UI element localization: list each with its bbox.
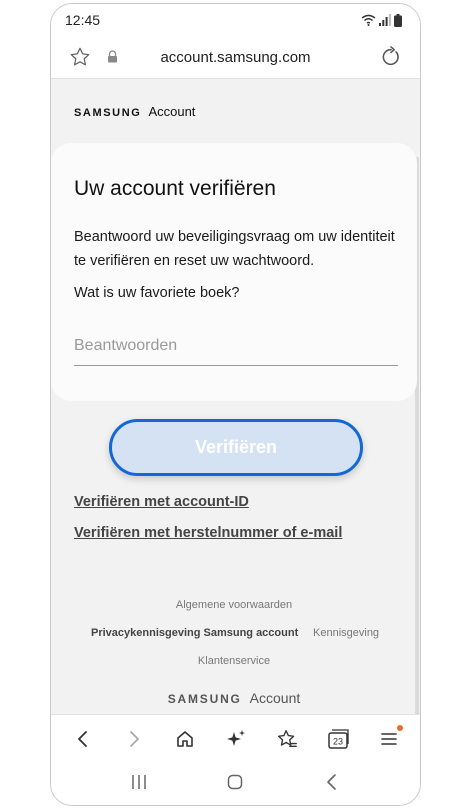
verify-button[interactable]: Verifiëren — [109, 419, 363, 476]
system-nav-bar — [51, 762, 420, 805]
battery-icon — [394, 13, 402, 27]
sparkle-icon[interactable] — [220, 723, 252, 755]
footer-brand-account: Account — [249, 690, 301, 706]
footer-logo: SAMSUNG Account — [51, 690, 417, 706]
back-nav-icon[interactable] — [322, 773, 342, 796]
menu-icon[interactable] — [373, 723, 405, 755]
verification-card: Uw account verifiëren Beantwoord uw beve… — [51, 143, 417, 401]
home-icon[interactable] — [169, 723, 201, 755]
support-link[interactable]: Klantenservice — [51, 655, 417, 667]
verify-with-account-id-link[interactable]: Verifiëren met account-ID — [74, 494, 249, 510]
address-bar: account.samsung.com — [51, 36, 420, 79]
forward-icon[interactable] — [118, 723, 150, 755]
home-nav-icon[interactable] — [225, 773, 245, 796]
browser-toolbar: 23 — [51, 714, 420, 762]
description-text: Beantwoord uw beveiligingsvraag om uw id… — [74, 229, 395, 269]
samsung-account-logo: SAMSUNG Account — [74, 104, 195, 119]
tabs-icon[interactable]: 23 — [322, 723, 354, 755]
bookmarks-icon[interactable] — [271, 723, 303, 755]
recent-apps-icon[interactable] — [129, 773, 149, 796]
notification-dot — [396, 724, 403, 731]
answer-input[interactable] — [74, 326, 398, 366]
terms-link[interactable]: Algemene voorwaarden — [51, 599, 417, 611]
brand-account: Account — [148, 104, 196, 119]
footer-brand-samsung: SAMSUNG — [167, 692, 242, 706]
brand-samsung: SAMSUNG — [74, 107, 142, 119]
status-time: 12:45 — [65, 12, 101, 28]
back-icon[interactable] — [67, 723, 99, 755]
status-icons — [361, 13, 402, 27]
tabs-count: 23 — [332, 736, 342, 746]
verify-with-recovery-link[interactable]: Verifiëren met herstelnummer of e-mail — [74, 525, 342, 541]
phone-frame: 12:45 account.samsung.com SAMSUNG Accoun… — [50, 3, 421, 806]
page-title: Uw account verifiëren — [74, 177, 276, 200]
reload-icon[interactable] — [380, 46, 402, 73]
signal-icon — [379, 14, 391, 26]
security-question: Wat is uw favoriete boek? — [74, 285, 240, 301]
status-bar: 12:45 — [51, 4, 420, 36]
wifi-icon — [361, 14, 376, 26]
privacy-link[interactable]: Privacykennisgeving Samsung account — [91, 627, 298, 639]
notice-link[interactable]: Kennisgeving — [313, 627, 379, 639]
page-content: SAMSUNG Account Uw account verifiëren Be… — [51, 79, 420, 717]
url-text[interactable]: account.samsung.com — [51, 49, 420, 66]
